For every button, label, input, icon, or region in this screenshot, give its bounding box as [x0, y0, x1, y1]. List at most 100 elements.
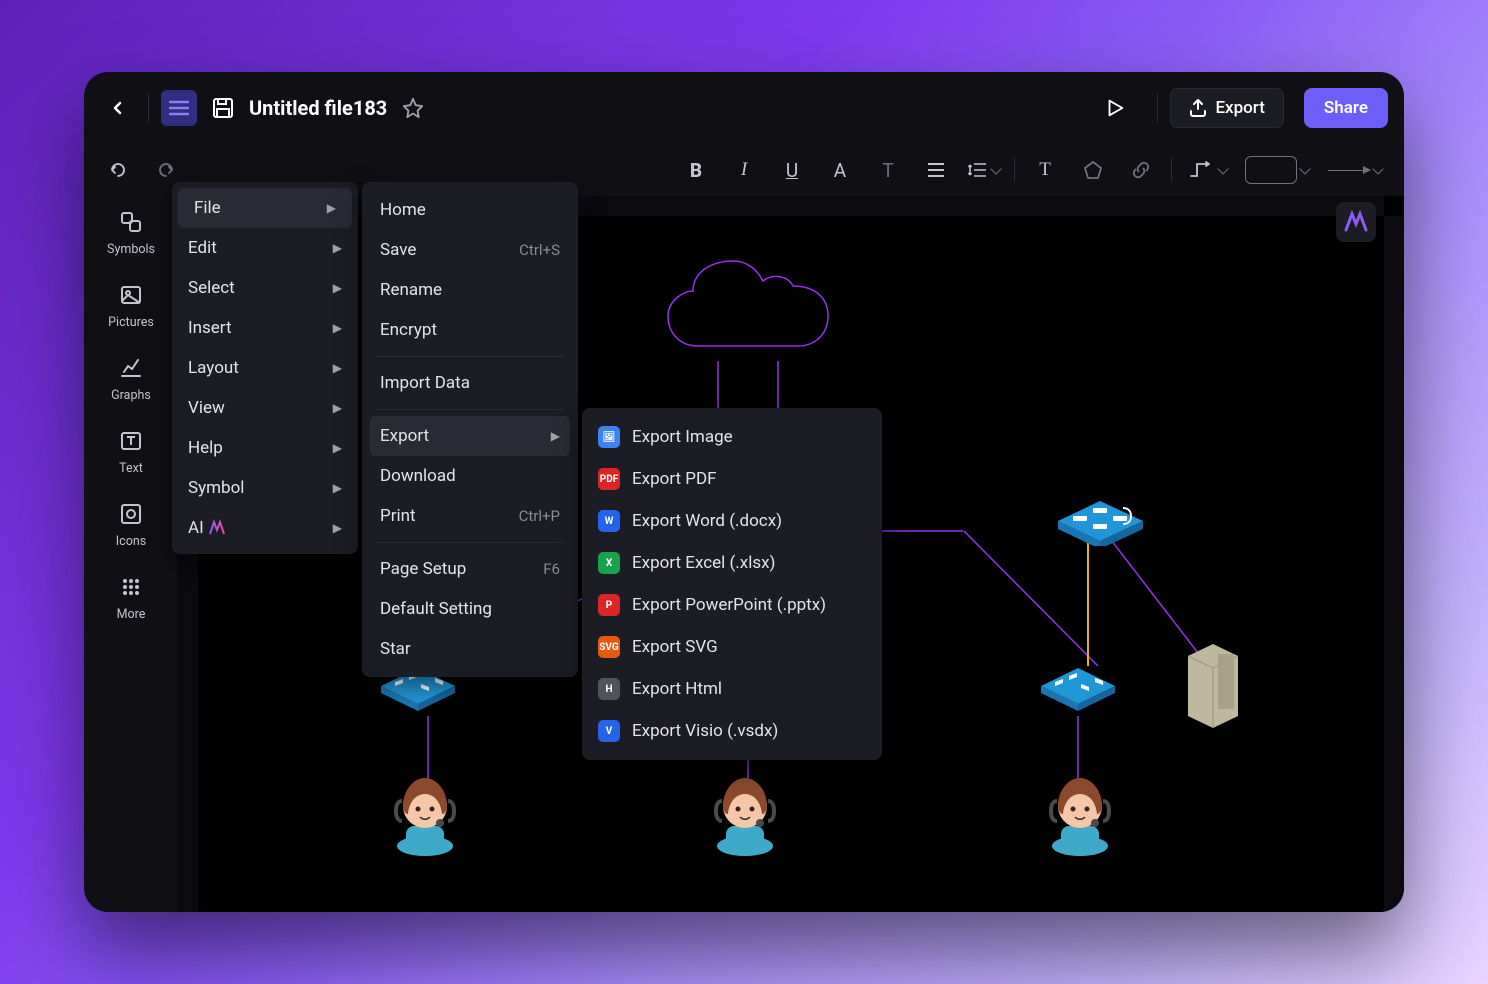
align-icon	[926, 161, 946, 179]
submenu-item-rename[interactable]: Rename	[362, 270, 578, 310]
favorite-button[interactable]	[395, 90, 431, 126]
underline-icon: U	[786, 159, 798, 182]
line-style-button[interactable]	[1240, 152, 1314, 188]
export-icon	[1189, 99, 1207, 117]
menu-item-view[interactable]: View▶	[172, 388, 358, 428]
switch-device[interactable]	[1033, 656, 1123, 715]
bold-icon: B	[690, 159, 702, 182]
submenu-item-page-setup[interactable]: Page SetupF6	[362, 549, 578, 589]
font-color-button[interactable]: A	[818, 152, 862, 188]
sidebar-item-more[interactable]: More	[91, 573, 171, 622]
tower-icon	[1178, 636, 1248, 731]
operator-person[interactable]	[388, 771, 463, 860]
left-sidebar: Symbols Pictures Graphs Text Icons More	[84, 196, 178, 912]
cloud-shape[interactable]	[658, 256, 848, 366]
graphs-icon	[119, 356, 143, 380]
operator-person[interactable]	[1043, 771, 1118, 860]
menu-item-layout[interactable]: Layout▶	[172, 348, 358, 388]
link-tool-button[interactable]	[1119, 152, 1163, 188]
sidebar-item-text[interactable]: Text	[91, 427, 171, 476]
server-tower[interactable]	[1178, 636, 1248, 735]
connector-style-button[interactable]	[1180, 152, 1236, 188]
sidebar-item-graphs[interactable]: Graphs	[91, 354, 171, 403]
line-spacing-button[interactable]	[962, 152, 1006, 188]
save-button[interactable]	[205, 90, 241, 126]
share-button[interactable]: Share	[1304, 88, 1388, 128]
chevron-right-icon: ▶	[333, 441, 342, 455]
submenu-item-download[interactable]: Download	[362, 456, 578, 496]
shape-tool-button[interactable]	[1071, 152, 1115, 188]
hamburger-icon	[169, 100, 189, 116]
menu-item-file[interactable]: File▶	[178, 188, 352, 228]
submenu-item-import-data[interactable]: Import Data	[362, 363, 578, 403]
word-format-icon: W	[598, 510, 620, 532]
switch-device[interactable]	[1048, 486, 1153, 550]
submenu-item-star[interactable]: Star	[362, 629, 578, 669]
submenu-item-save[interactable]: SaveCtrl+S	[362, 230, 578, 270]
sidebar-label: Pictures	[108, 315, 154, 330]
operator-icon	[388, 771, 463, 856]
arrow-style-button[interactable]	[1318, 152, 1392, 188]
text-icon	[119, 429, 143, 453]
document-title[interactable]: Untitled file183	[249, 96, 387, 120]
redo-icon	[156, 160, 176, 180]
menu-item-select[interactable]: Select▶	[172, 268, 358, 308]
sidebar-label: Symbols	[107, 242, 155, 257]
submenu-item-home[interactable]: Home	[362, 190, 578, 230]
text-highlight-button[interactable]: T	[866, 152, 910, 188]
underline-button[interactable]: U	[770, 152, 814, 188]
ruler-vertical-right	[1384, 216, 1404, 912]
sidebar-label: Icons	[116, 534, 146, 549]
menu-item-ai[interactable]: AI ▶	[172, 508, 358, 548]
export-item-word[interactable]: WExport Word (.docx)	[582, 500, 882, 542]
export-item-pdf[interactable]: PDFExport PDF	[582, 458, 882, 500]
menu-item-symbol[interactable]: Symbol▶	[172, 468, 358, 508]
app-logo-icon	[1342, 208, 1370, 236]
share-label: Share	[1324, 98, 1368, 118]
sidebar-label: More	[117, 607, 146, 622]
export-item-html[interactable]: HExport Html	[582, 668, 882, 710]
export-item-visio[interactable]: VExport Visio (.vsdx)	[582, 710, 882, 752]
divider	[1157, 94, 1158, 122]
pictures-icon	[119, 283, 143, 307]
align-button[interactable]	[914, 152, 958, 188]
submenu-item-print[interactable]: PrintCtrl+P	[362, 496, 578, 536]
hamburger-menu-button[interactable]	[161, 90, 197, 126]
connector-icon	[1189, 160, 1215, 180]
undo-icon	[108, 160, 128, 180]
menu-item-insert[interactable]: Insert▶	[172, 308, 358, 348]
chevron-right-icon: ▶	[333, 281, 342, 295]
export-item-excel[interactable]: XExport Excel (.xlsx)	[582, 542, 882, 584]
export-item-image[interactable]: 🖼Export Image	[582, 416, 882, 458]
export-item-powerpoint[interactable]: PExport PowerPoint (.pptx)	[582, 584, 882, 626]
italic-button[interactable]: I	[722, 152, 766, 188]
undo-button[interactable]	[96, 152, 140, 188]
ai-logo-icon	[208, 519, 226, 537]
back-button[interactable]	[100, 90, 136, 126]
operator-person[interactable]	[708, 771, 783, 860]
text-tool-button[interactable]: T	[1023, 152, 1067, 188]
more-icon	[119, 575, 143, 599]
app-window: Untitled file183 Export Share B I U A T …	[84, 72, 1404, 912]
operator-icon	[1043, 771, 1118, 856]
titlebar: Untitled file183 Export Share	[84, 72, 1404, 144]
submenu-item-export[interactable]: Export▶	[370, 416, 570, 456]
submenu-item-default-setting[interactable]: Default Setting	[362, 589, 578, 629]
sidebar-item-icons[interactable]: Icons	[91, 500, 171, 549]
sidebar-item-symbols[interactable]: Symbols	[91, 208, 171, 257]
play-button[interactable]	[1097, 90, 1133, 126]
export-button[interactable]: Export	[1170, 88, 1283, 128]
menu-item-help[interactable]: Help▶	[172, 428, 358, 468]
chevron-right-icon: ▶	[333, 521, 342, 535]
submenu-item-encrypt[interactable]: Encrypt	[362, 310, 578, 350]
menu-item-edit[interactable]: Edit▶	[172, 228, 358, 268]
sidebar-item-pictures[interactable]: Pictures	[91, 281, 171, 330]
export-item-svg[interactable]: SVGExport SVG	[582, 626, 882, 668]
app-logo-badge[interactable]	[1336, 202, 1376, 242]
sidebar-label: Graphs	[111, 388, 151, 403]
save-icon	[212, 97, 234, 119]
line-spacing-icon	[968, 161, 988, 179]
bold-button[interactable]: B	[674, 152, 718, 188]
separator	[376, 356, 564, 357]
image-format-icon: 🖼	[598, 426, 620, 448]
